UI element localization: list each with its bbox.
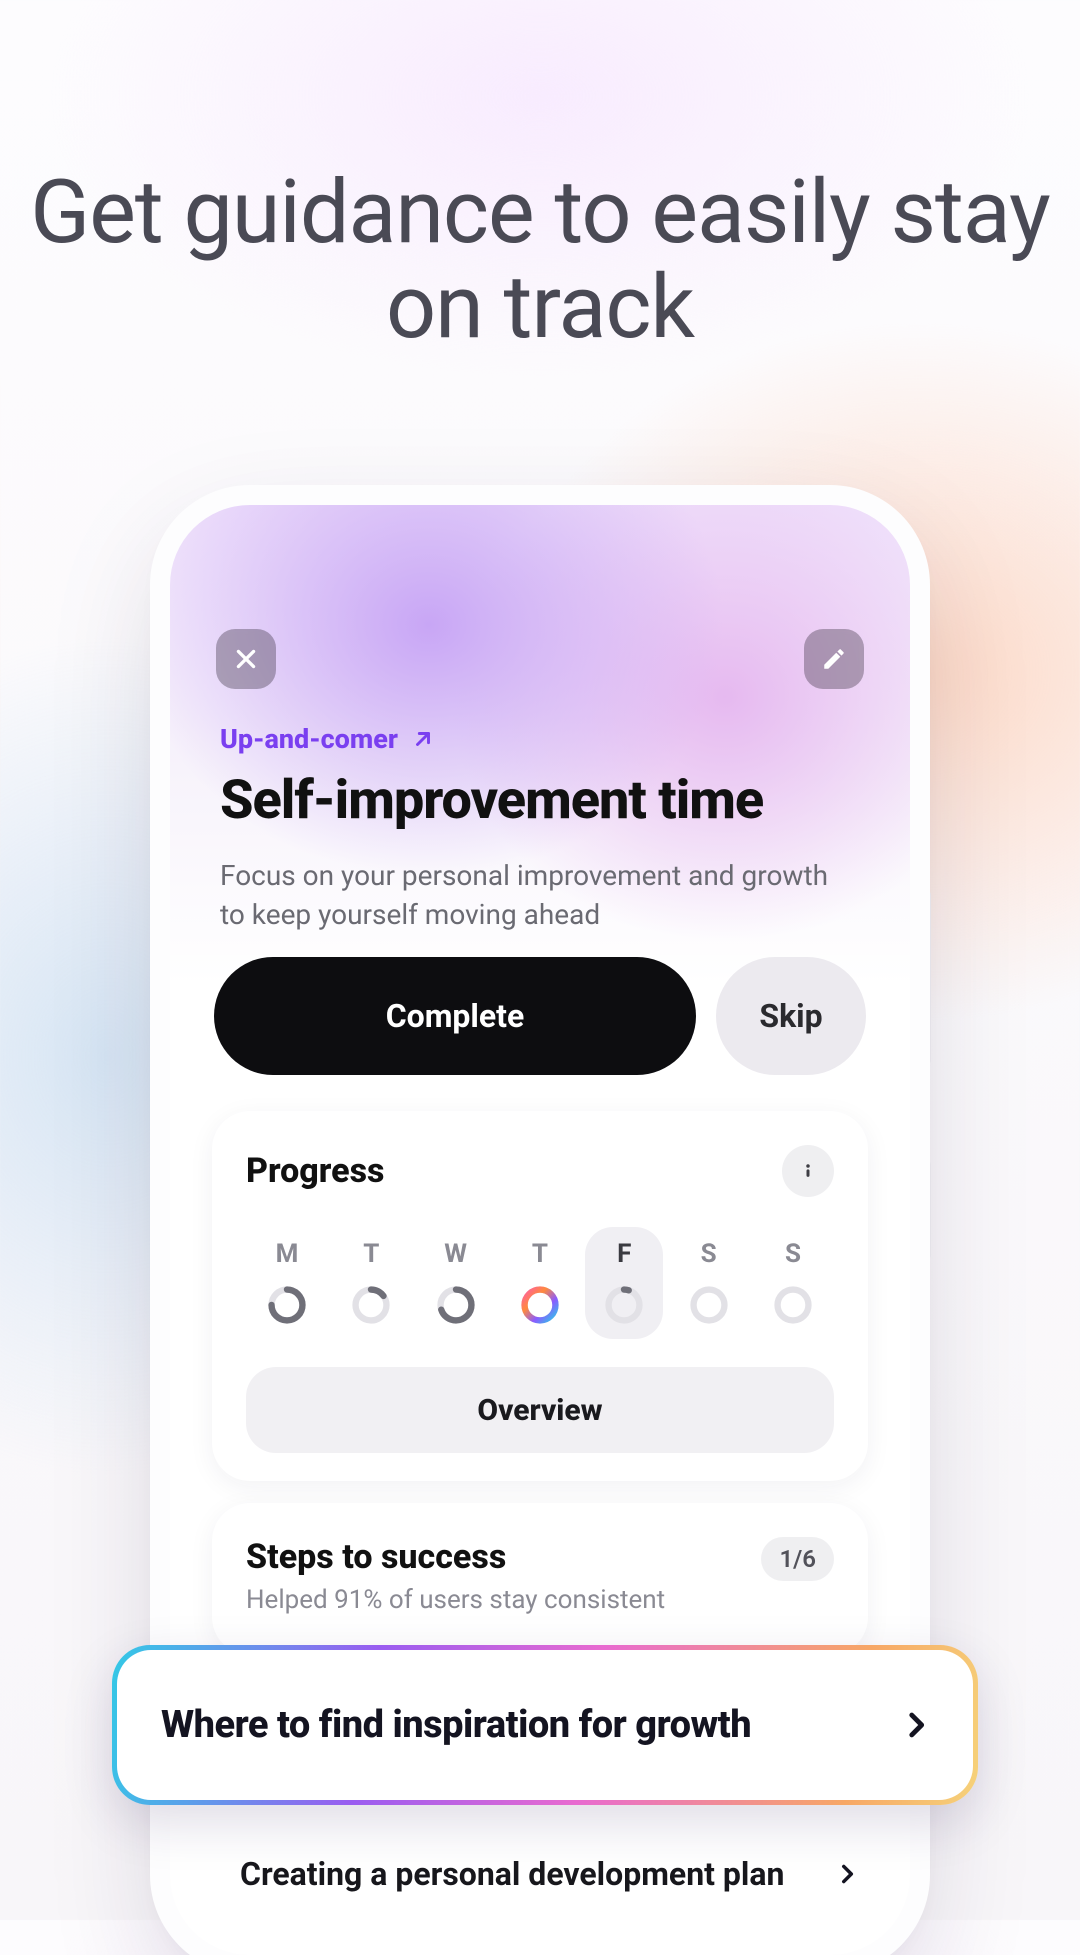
day-t[interactable]: T bbox=[501, 1227, 579, 1339]
week-row: MTWTFSS bbox=[246, 1227, 834, 1339]
steps-count-pill: 1/6 bbox=[761, 1537, 834, 1581]
steps-subtitle: Helped 91% of users stay consistent bbox=[246, 1585, 665, 1615]
steps-title: Steps to success bbox=[246, 1537, 665, 1577]
detail-title: Self-improvement time bbox=[220, 769, 860, 832]
progress-card: Progress M T W T F S S Overview bbox=[212, 1111, 868, 1481]
day-m[interactable]: M bbox=[248, 1227, 326, 1339]
day-label: T bbox=[532, 1239, 548, 1269]
step-highlight-card[interactable]: Where to find inspiration for growth bbox=[112, 1645, 978, 1805]
edit-button[interactable] bbox=[804, 629, 864, 689]
progress-info-button[interactable] bbox=[782, 1145, 834, 1197]
progress-ring-icon bbox=[689, 1285, 729, 1325]
day-f[interactable]: F bbox=[585, 1227, 663, 1339]
day-s[interactable]: S bbox=[754, 1227, 832, 1339]
day-label: S bbox=[785, 1239, 801, 1269]
day-w[interactable]: W bbox=[417, 1227, 495, 1339]
detail-description: Focus on your personal improvement and g… bbox=[220, 856, 860, 934]
phone-side-button-1 bbox=[921, 890, 931, 1065]
step-item[interactable]: Creating a personal development plan bbox=[240, 1854, 860, 1895]
day-s[interactable]: S bbox=[670, 1227, 748, 1339]
day-label: W bbox=[444, 1239, 467, 1269]
category-label: Up-and-comer bbox=[220, 723, 398, 755]
day-label: F bbox=[617, 1239, 631, 1269]
phone-side-button-2 bbox=[921, 1160, 931, 1260]
category-link[interactable]: Up-and-comer bbox=[220, 723, 860, 755]
progress-ring-icon bbox=[773, 1285, 813, 1325]
complete-button[interactable]: Complete bbox=[214, 957, 696, 1075]
steps-card: Steps to success Helped 91% of users sta… bbox=[212, 1503, 868, 1655]
close-icon bbox=[233, 646, 259, 672]
page-headline: Get guidance to easily stay on track bbox=[0, 165, 1080, 355]
progress-ring-icon bbox=[267, 1285, 307, 1325]
step-item-label: Creating a personal development plan bbox=[240, 1854, 784, 1895]
step-highlight-label: Where to find inspiration for growth bbox=[161, 1703, 751, 1747]
day-label: T bbox=[363, 1239, 379, 1269]
progress-ring-icon bbox=[436, 1285, 476, 1325]
info-icon bbox=[798, 1161, 818, 1181]
chevron-right-icon bbox=[899, 1708, 933, 1742]
day-label: S bbox=[701, 1239, 717, 1269]
skip-button[interactable]: Skip bbox=[716, 957, 866, 1075]
progress-title: Progress bbox=[246, 1151, 384, 1191]
chevron-right-icon bbox=[834, 1861, 860, 1887]
overview-button[interactable]: Overview bbox=[246, 1367, 834, 1453]
progress-ring-icon bbox=[351, 1285, 391, 1325]
pencil-icon bbox=[821, 646, 847, 672]
progress-ring-icon bbox=[520, 1285, 560, 1325]
day-t[interactable]: T bbox=[332, 1227, 410, 1339]
progress-ring-icon bbox=[604, 1285, 644, 1325]
arrow-up-right-icon bbox=[412, 728, 434, 750]
day-label: M bbox=[276, 1239, 299, 1269]
close-button[interactable] bbox=[216, 629, 276, 689]
